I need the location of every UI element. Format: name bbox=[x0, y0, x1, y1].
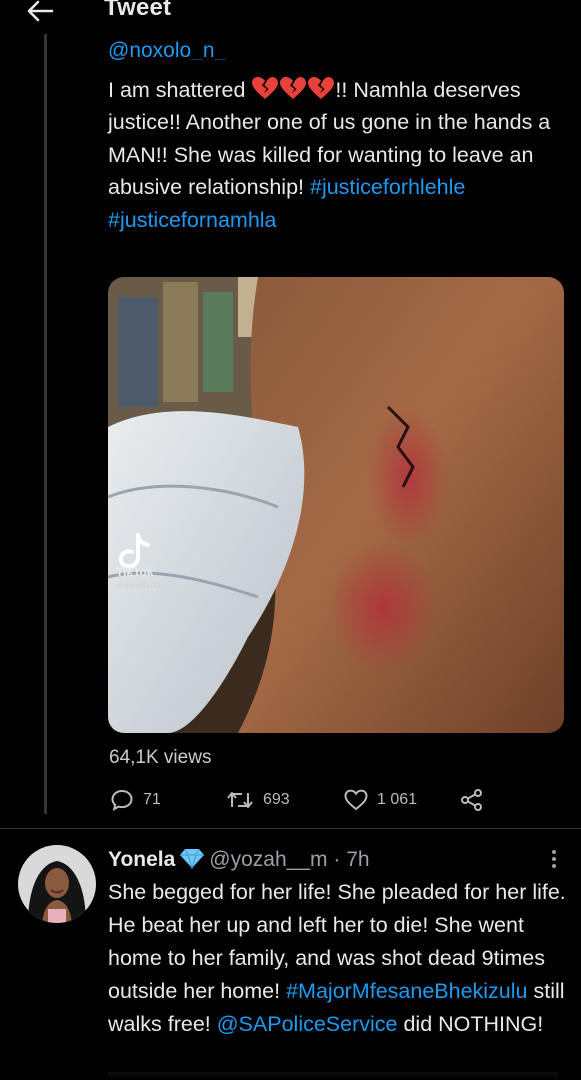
reply-author-name[interactable]: Yonela bbox=[108, 848, 175, 871]
hashtag-link[interactable]: #justiceforhlehle bbox=[310, 175, 465, 199]
retweet-count: 693 bbox=[263, 791, 290, 808]
top-bar: Tweet bbox=[0, 0, 581, 34]
page-title: Tweet bbox=[104, 0, 172, 21]
divider bbox=[0, 828, 581, 829]
tweet-text-part1: I am shattered bbox=[108, 78, 252, 102]
reply-button[interactable]: 71 bbox=[110, 786, 161, 814]
reply-count: 71 bbox=[143, 791, 161, 808]
reply-timestamp[interactable]: 7h bbox=[346, 848, 369, 871]
avatar[interactable] bbox=[18, 845, 96, 923]
tiktok-watermark-user: @dendiho11 bbox=[116, 581, 161, 590]
tweet-author-handle[interactable]: @noxolo_n_ bbox=[108, 40, 226, 60]
retweet-button[interactable]: 693 bbox=[226, 786, 290, 814]
avatar-image bbox=[18, 845, 96, 923]
reply-icon bbox=[111, 789, 133, 811]
reply-author-handle[interactable]: @yozah__m bbox=[209, 848, 327, 871]
heart-icon bbox=[344, 789, 368, 811]
tweet-text: I am shattered !! Namhla deserves justic… bbox=[108, 74, 558, 236]
share-icon bbox=[461, 789, 482, 811]
hashtag-link[interactable]: #justicefornamhla bbox=[108, 208, 277, 232]
like-button[interactable]: 1 061 bbox=[344, 786, 417, 814]
reply-text: She begged for her life! She pleaded for… bbox=[108, 876, 568, 1041]
reply-separator: · bbox=[327, 848, 347, 871]
more-vertical-icon bbox=[552, 850, 556, 868]
cut-off-text-edge bbox=[108, 1072, 558, 1080]
more-options-button[interactable] bbox=[540, 846, 568, 872]
video-thumbnail bbox=[108, 277, 564, 733]
reply-text-part3: did NOTHING! bbox=[397, 1012, 544, 1036]
arrow-left-icon bbox=[27, 0, 54, 22]
like-count: 1 061 bbox=[377, 791, 418, 808]
back-button[interactable] bbox=[22, 0, 58, 26]
tweet-media-video[interactable]: TikTok @dendiho11 bbox=[108, 277, 564, 733]
share-button[interactable] bbox=[460, 786, 493, 814]
tiktok-watermark-brand: TikTok bbox=[116, 565, 154, 579]
mention-link[interactable]: @SAPoliceService bbox=[217, 1012, 398, 1036]
tweet-action-bar: 71 693 1 061 bbox=[108, 786, 568, 816]
hashtag-link[interactable]: #MajorMfesaneBhekizulu bbox=[286, 979, 527, 1003]
reply-header: Yonela @yozah__m · 7h bbox=[108, 845, 558, 875]
broken-heart-icon bbox=[252, 77, 279, 99]
view-count: 64,1K views bbox=[109, 747, 212, 768]
retweet-icon bbox=[227, 792, 253, 808]
broken-heart-icon bbox=[308, 77, 335, 99]
thread-connector-line bbox=[44, 34, 47, 814]
broken-heart-icon bbox=[280, 77, 307, 99]
verified-diamond-icon bbox=[180, 848, 205, 869]
